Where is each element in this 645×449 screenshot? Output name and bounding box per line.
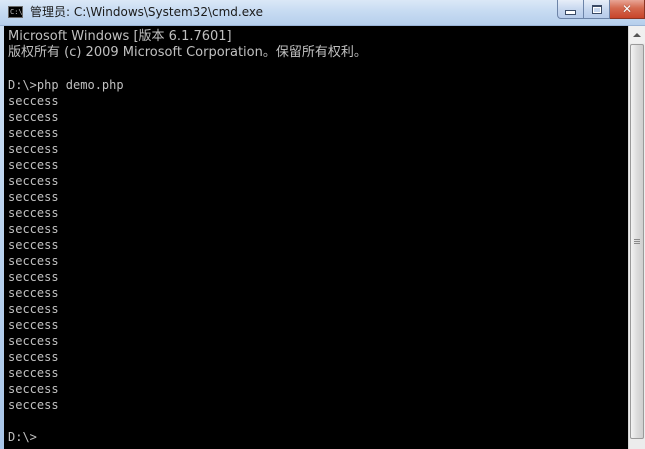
arrow-up-icon: [633, 32, 641, 37]
thumb-grip-line: [634, 241, 640, 242]
console-line: seccess: [8, 206, 59, 220]
vertical-scrollbar[interactable]: [628, 26, 645, 449]
console-line: seccess: [8, 334, 59, 348]
console-line: seccess: [8, 126, 59, 140]
console-line: seccess: [8, 94, 59, 108]
cmd-window-icon[interactable]: C:\: [8, 6, 23, 18]
console-line: seccess: [8, 142, 59, 156]
scroll-thumb[interactable]: [630, 44, 644, 439]
console-line: seccess: [8, 254, 59, 268]
console-line: seccess: [8, 302, 59, 316]
maximize-button[interactable]: [584, 0, 610, 19]
maximize-icon: [591, 4, 602, 14]
console-line: seccess: [8, 398, 59, 412]
thumb-grip-line: [634, 243, 640, 244]
console-line: seccess: [8, 270, 59, 284]
console-line: Microsoft Windows [版本 6.1.7601]: [8, 29, 232, 44]
console-line: 版权所有 (c) 2009 Microsoft Corporation。保留所有…: [8, 45, 367, 60]
minimize-button[interactable]: [557, 0, 584, 19]
scroll-up-button[interactable]: [629, 26, 645, 43]
console-output[interactable]: Microsoft Windows [版本 6.1.7601] 版权所有 (c) …: [4, 26, 628, 449]
console-line: seccess: [8, 190, 59, 204]
console-line: seccess: [8, 366, 59, 380]
title-bar[interactable]: C:\ 管理员: C:\Windows\System32\cmd.exe ✕: [0, 0, 645, 26]
minimize-icon: [565, 9, 576, 15]
console-line: D:\>php demo.php: [8, 78, 124, 92]
thumb-grip-line: [634, 239, 640, 240]
console-line: seccess: [8, 286, 59, 300]
console-line: seccess: [8, 222, 59, 236]
console-line: D:\>: [8, 430, 37, 444]
console-text: Microsoft Windows [版本 6.1.7601] 版权所有 (c) …: [8, 29, 367, 445]
cmd-window: C:\ 管理员: C:\Windows\System32\cmd.exe ✕ M…: [0, 0, 645, 449]
console-line: seccess: [8, 350, 59, 364]
console-line: seccess: [8, 238, 59, 252]
close-button[interactable]: ✕: [610, 0, 645, 19]
console-line: seccess: [8, 382, 59, 396]
console-line: seccess: [8, 174, 59, 188]
console-line: seccess: [8, 318, 59, 332]
console-line: seccess: [8, 158, 59, 172]
console-line: seccess: [8, 110, 59, 124]
close-icon: ✕: [621, 2, 633, 16]
window-title: 管理员: C:\Windows\System32\cmd.exe: [30, 5, 263, 19]
